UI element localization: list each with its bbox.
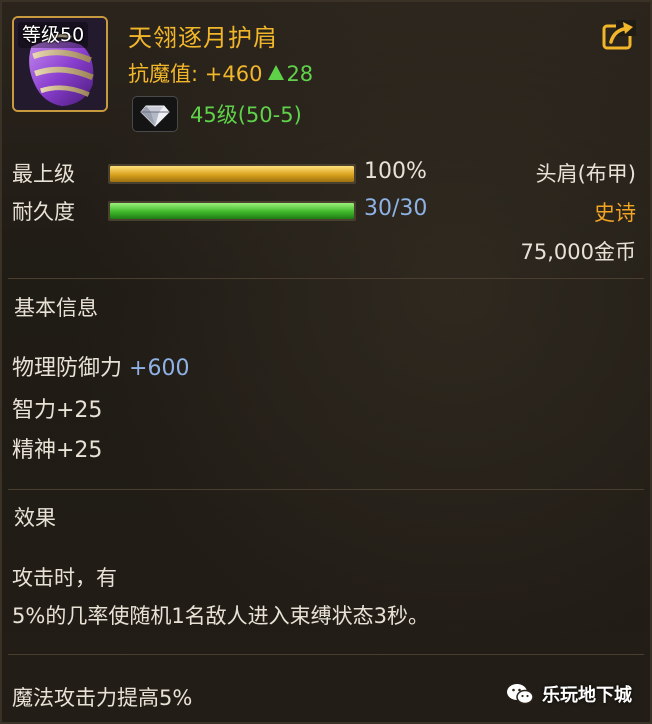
durability-value: 30/30 bbox=[364, 196, 428, 221]
physical-defense-label: 物理防御力 bbox=[12, 356, 123, 381]
item-icon-frame[interactable]: 等级50 bbox=[12, 16, 108, 112]
intelligence-stat: 智力+25 bbox=[12, 398, 103, 423]
physical-defense-value: +600 bbox=[129, 356, 190, 381]
effect-title: 效果 bbox=[14, 506, 56, 530]
increase-arrow-icon bbox=[268, 65, 285, 80]
physical-defense-line: 物理防御力 +600 bbox=[12, 350, 189, 382]
section-divider bbox=[8, 489, 644, 490]
basic-info-title: 基本信息 bbox=[14, 296, 98, 320]
effect-line-3: 魔法攻击力提高5% bbox=[12, 686, 193, 710]
watermark: 乐玩地下城 bbox=[506, 680, 632, 708]
wechat-icon bbox=[507, 684, 534, 705]
magic-resist-line: 抗魔值: +460 28 bbox=[128, 58, 313, 88]
max-level-bar-fill bbox=[110, 166, 354, 182]
effect-line-2: 5%的几率使随机1名敌人进入束缚状态3秒。 bbox=[12, 604, 430, 628]
durability-bar-fill bbox=[110, 203, 354, 219]
equipment-slot-type: 头肩(布甲) bbox=[535, 162, 636, 186]
gem-slot[interactable] bbox=[132, 96, 178, 132]
spirit-stat: 精神+25 bbox=[12, 438, 103, 463]
item-name: 天翎逐月护肩 bbox=[128, 24, 278, 52]
rarity-label: 史诗 bbox=[594, 201, 636, 225]
magic-resist-label: 抗魔值: +460 bbox=[128, 62, 263, 86]
max-level-value: 100% bbox=[364, 159, 427, 184]
durability-bar bbox=[108, 201, 356, 221]
watermark-text: 乐玩地下城 bbox=[542, 685, 632, 706]
price-label: 75,000金币 bbox=[520, 240, 636, 264]
item-tooltip-panel: 等级50 天翎逐月护肩 抗魔值: +460 28 45级(50-5) 最上级 10… bbox=[0, 0, 652, 724]
max-level-label: 最上级 bbox=[12, 162, 75, 186]
section-divider bbox=[8, 654, 644, 655]
max-level-bar bbox=[108, 164, 356, 184]
gem-level-text: 45级(50-5) bbox=[190, 103, 302, 127]
share-export-icon[interactable] bbox=[602, 20, 636, 50]
diamond-gem-icon bbox=[140, 105, 170, 127]
durability-label: 耐久度 bbox=[12, 200, 75, 224]
magic-resist-increase: 28 bbox=[286, 62, 314, 86]
item-level-tag: 等级50 bbox=[18, 22, 89, 48]
effect-line-1: 攻击时，有 bbox=[12, 566, 117, 590]
section-divider bbox=[8, 278, 644, 279]
